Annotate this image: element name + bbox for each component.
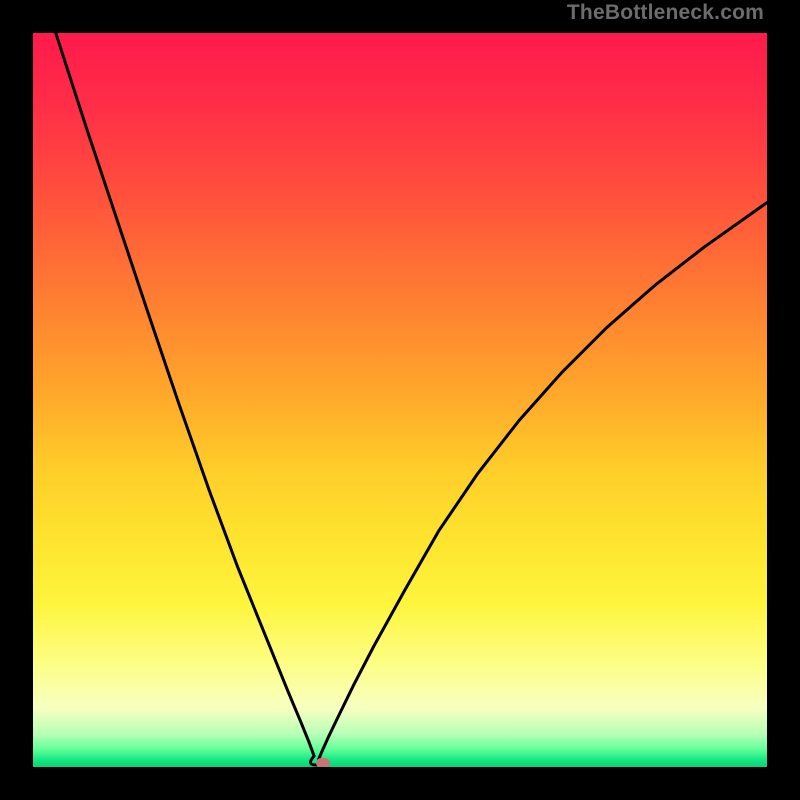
chart-frame: TheBottleneck.com <box>0 0 800 800</box>
watermark-label: TheBottleneck.com <box>567 1 764 25</box>
plot-area <box>33 33 767 767</box>
background-gradient <box>33 33 767 767</box>
current-config-marker <box>316 758 330 767</box>
